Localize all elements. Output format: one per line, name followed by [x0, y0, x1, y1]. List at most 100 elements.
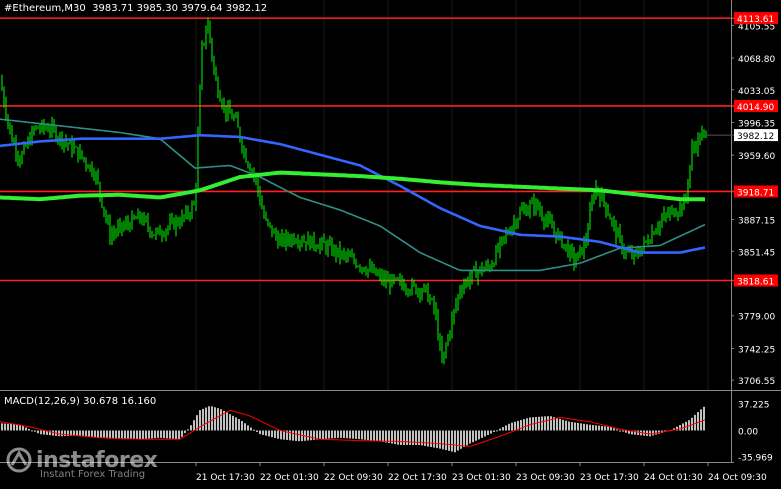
macd-bar — [136, 430, 138, 440]
macd-bar — [142, 430, 144, 439]
macd-header: MACD(12,26,9) 30.678 16.160 — [4, 396, 157, 407]
macd-bar — [337, 430, 339, 438]
macd-bar — [466, 430, 468, 446]
macd-bar — [490, 430, 492, 434]
macd-bar — [454, 430, 456, 453]
macd-bar — [406, 430, 408, 446]
level-label: 3818.61 — [737, 278, 774, 288]
macd-bar — [22, 426, 24, 431]
macd-bar — [334, 430, 336, 439]
macd-bar — [694, 414, 696, 431]
macd-bar — [64, 430, 66, 437]
macd-bar — [469, 430, 471, 444]
macd-bar — [412, 430, 414, 446]
macd-bar — [322, 430, 324, 439]
macd-bar — [151, 430, 153, 439]
macd-bar — [373, 430, 375, 441]
macd-bar — [430, 430, 432, 448]
level-labels: 4113.61 4014.90 3918.71 3818.61 — [734, 12, 778, 288]
macd-bar — [697, 412, 699, 431]
level-label: 4113.61 — [737, 15, 774, 25]
macd-bar — [259, 430, 261, 435]
level-label: 3918.71 — [737, 188, 774, 198]
macd-tick-label: 37.225 — [738, 400, 770, 410]
macd-bar — [244, 423, 246, 431]
price-tick-label: 3851.45 — [738, 248, 775, 258]
macd-bar — [556, 418, 558, 431]
macd-bar — [160, 430, 162, 438]
macd-bar — [493, 430, 495, 432]
macd-bar — [619, 430, 621, 432]
macd-bar — [544, 416, 546, 431]
macd-bar — [298, 430, 300, 442]
macd-bar — [445, 430, 447, 451]
macd-bar — [295, 430, 297, 441]
macd-bar — [592, 425, 594, 431]
macd-bar — [148, 430, 150, 439]
macd-bar — [241, 421, 243, 431]
price-tick-label: 3779.00 — [738, 313, 775, 323]
time-tick-label: 23 Oct 09:30 — [516, 473, 575, 483]
macd-bar — [514, 421, 516, 431]
macd-bar — [580, 423, 582, 431]
macd-bar — [625, 430, 627, 433]
macd-bar — [568, 421, 570, 431]
macd-bar — [505, 425, 507, 431]
macd-bar — [172, 430, 174, 439]
macd-bar — [31, 430, 33, 432]
macd-bar — [436, 430, 438, 449]
macd-bar — [157, 430, 159, 438]
macd-bar — [424, 430, 426, 446]
instaforex-logo-icon — [6, 447, 32, 473]
macd-bar — [382, 430, 384, 442]
macd-bar — [187, 429, 189, 431]
macd-bar — [4, 423, 6, 431]
macd-bar — [280, 430, 282, 440]
macd-bar — [88, 430, 90, 437]
macd-bar — [289, 430, 291, 441]
macd-bar — [25, 427, 27, 431]
macd-bar — [595, 425, 597, 431]
macd-bar — [358, 430, 360, 440]
macd-bar — [652, 430, 654, 436]
macd-bar — [583, 423, 585, 431]
macd-bar — [589, 424, 591, 431]
macd-bar — [352, 430, 354, 439]
level-label: 4014.90 — [737, 103, 774, 113]
macd-bar — [682, 423, 684, 431]
macd-bar — [421, 430, 423, 446]
macd-bar — [547, 416, 549, 431]
price-tick-label: 3742.25 — [738, 345, 775, 355]
macd-bar — [475, 430, 477, 441]
macd-bar — [679, 425, 681, 431]
macd-bar — [76, 430, 78, 436]
macd-bar — [205, 407, 207, 431]
macd-tick-label: -35.969 — [738, 454, 773, 464]
time-tick-label: 22 Oct 09:30 — [324, 473, 383, 483]
macd-tick-label: 0.00 — [738, 428, 758, 438]
macd-bar — [133, 430, 135, 440]
macd-histogram — [1, 406, 705, 453]
macd-bar — [343, 430, 345, 439]
macd-bar — [478, 430, 480, 440]
macd-bar — [235, 417, 237, 431]
watermark: instaforex Instant Forex Trading — [6, 447, 158, 480]
macd-bar — [622, 430, 624, 432]
ma-slow-line — [0, 170, 705, 202]
macd-bar — [367, 430, 369, 441]
macd-bar — [487, 430, 489, 436]
macd-bar — [226, 412, 228, 431]
macd-bar — [208, 406, 210, 431]
price-tick-label: 3996.35 — [738, 119, 775, 129]
macd-bar — [121, 430, 123, 440]
time-tick-label: 24 Oct 01:30 — [644, 473, 703, 483]
watermark-tagline: Instant Forex Trading — [40, 469, 146, 480]
macd-bar — [292, 430, 294, 441]
macd-bar — [40, 430, 42, 435]
macd-bar — [166, 430, 168, 439]
macd-bar — [256, 430, 258, 432]
macd-bar — [613, 428, 615, 431]
macd-bar — [457, 430, 459, 451]
chart-canvas: 4105.554068.804033.053996.353959.603887.… — [0, 0, 781, 483]
macd-bar — [274, 430, 276, 438]
